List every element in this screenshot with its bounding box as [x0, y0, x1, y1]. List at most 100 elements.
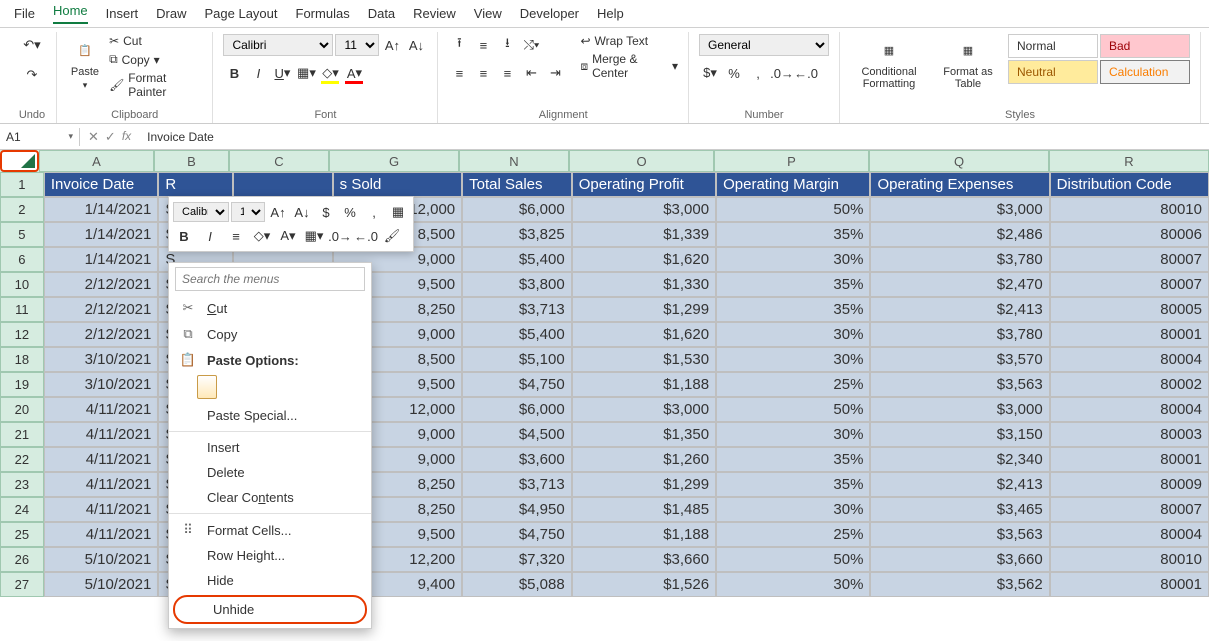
- row-header-10[interactable]: 10: [0, 272, 44, 297]
- cell-B1[interactable]: R: [158, 172, 233, 197]
- cell-Q20[interactable]: $3,000: [870, 397, 1049, 422]
- cell-A22[interactable]: 4/11/2021: [44, 447, 159, 472]
- mini-format-painter-icon[interactable]: 🖌: [381, 225, 403, 247]
- cell-P19[interactable]: 25%: [716, 372, 870, 397]
- menu-view[interactable]: View: [474, 6, 502, 21]
- cell-O2[interactable]: $3,000: [572, 197, 716, 222]
- cell-N12[interactable]: $5,400: [462, 322, 572, 347]
- cell-P12[interactable]: 30%: [716, 322, 870, 347]
- cell-P22[interactable]: 35%: [716, 447, 870, 472]
- cell-N10[interactable]: $3,800: [462, 272, 572, 297]
- name-box[interactable]: A1▾: [0, 128, 80, 146]
- style-bad[interactable]: Bad: [1100, 34, 1190, 58]
- context-search-input[interactable]: [175, 267, 365, 291]
- cell-O20[interactable]: $3,000: [572, 397, 716, 422]
- style-normal[interactable]: Normal: [1008, 34, 1098, 58]
- cell-O24[interactable]: $1,485: [572, 497, 716, 522]
- cell-Q6[interactable]: $3,780: [870, 247, 1049, 272]
- row-header-6[interactable]: 6: [0, 247, 44, 272]
- menu-help[interactable]: Help: [597, 6, 624, 21]
- mini-font-color-icon[interactable]: A▾: [277, 225, 299, 247]
- font-name-select[interactable]: Calibri: [223, 34, 333, 56]
- percent-icon[interactable]: %: [723, 62, 745, 84]
- cell-O18[interactable]: $1,530: [572, 347, 716, 372]
- wrap-text-button[interactable]: ↩ Wrap Text: [580, 34, 678, 48]
- cell-N2[interactable]: $6,000: [462, 197, 572, 222]
- cell-Q1[interactable]: Operating Expenses: [870, 172, 1049, 197]
- cell-Q12[interactable]: $3,780: [870, 322, 1049, 347]
- ctx-hide[interactable]: Hide: [169, 568, 371, 593]
- row-header-20[interactable]: 20: [0, 397, 44, 422]
- cell-A23[interactable]: 4/11/2021: [44, 472, 159, 497]
- font-color-button[interactable]: A▾: [343, 62, 365, 84]
- font-size-select[interactable]: 11: [335, 34, 379, 56]
- col-header-B[interactable]: B: [154, 150, 229, 172]
- cell-O11[interactable]: $1,299: [572, 297, 716, 322]
- cell-N23[interactable]: $3,713: [462, 472, 572, 497]
- cell-N11[interactable]: $3,713: [462, 297, 572, 322]
- cell-A5[interactable]: 1/14/2021: [44, 222, 159, 247]
- mini-size-select[interactable]: 11: [231, 202, 265, 222]
- redo-button[interactable]: ↷: [21, 64, 43, 86]
- cell-A19[interactable]: 3/10/2021: [44, 372, 159, 397]
- ctx-paste-special[interactable]: Paste Special...: [169, 403, 371, 428]
- formula-input[interactable]: Invoice Date: [139, 128, 1209, 146]
- select-all-corner[interactable]: [0, 150, 39, 172]
- cell-N22[interactable]: $3,600: [462, 447, 572, 472]
- cell-R18[interactable]: 80004: [1050, 347, 1209, 372]
- menu-draw[interactable]: Draw: [156, 6, 186, 21]
- cell-Q19[interactable]: $3,563: [870, 372, 1049, 397]
- col-header-R[interactable]: R: [1049, 150, 1209, 172]
- cell-N20[interactable]: $6,000: [462, 397, 572, 422]
- cell-A18[interactable]: 3/10/2021: [44, 347, 159, 372]
- cell-P2[interactable]: 50%: [716, 197, 870, 222]
- ctx-cut[interactable]: ✂Cut: [169, 295, 371, 321]
- ctx-insert[interactable]: Insert: [169, 435, 371, 460]
- cell-Q25[interactable]: $3,563: [870, 522, 1049, 547]
- cell-N19[interactable]: $4,750: [462, 372, 572, 397]
- col-header-O[interactable]: O: [569, 150, 714, 172]
- cell-C1[interactable]: [233, 172, 333, 197]
- cell-A10[interactable]: 2/12/2021: [44, 272, 159, 297]
- cell-R25[interactable]: 80004: [1050, 522, 1209, 547]
- cell-A24[interactable]: 4/11/2021: [44, 497, 159, 522]
- cell-O1[interactable]: Operating Profit: [572, 172, 716, 197]
- cancel-formula-icon[interactable]: ✕: [88, 129, 99, 145]
- cell-O6[interactable]: $1,620: [572, 247, 716, 272]
- row-header-22[interactable]: 22: [0, 447, 44, 472]
- cell-P10[interactable]: 35%: [716, 272, 870, 297]
- ctx-delete[interactable]: Delete: [169, 460, 371, 485]
- ctx-format-cells[interactable]: ⠿Format Cells...: [169, 517, 371, 543]
- decrease-decimal-icon[interactable]: ←.0: [795, 62, 817, 84]
- col-header-Q[interactable]: Q: [869, 150, 1049, 172]
- fill-color-button[interactable]: ◇▾: [319, 62, 341, 84]
- style-neutral[interactable]: Neutral: [1008, 60, 1098, 84]
- cell-O22[interactable]: $1,260: [572, 447, 716, 472]
- menu-data[interactable]: Data: [368, 6, 395, 21]
- ctx-row-height[interactable]: Row Height...: [169, 543, 371, 568]
- cut-button[interactable]: ✂ Cut: [109, 34, 202, 48]
- row-header-1[interactable]: 1: [0, 172, 44, 197]
- cell-O25[interactable]: $1,188: [572, 522, 716, 547]
- align-right-icon[interactable]: ≡: [496, 62, 518, 84]
- cell-O23[interactable]: $1,299: [572, 472, 716, 497]
- align-top-icon[interactable]: ⭱: [448, 34, 470, 56]
- cell-O21[interactable]: $1,350: [572, 422, 716, 447]
- cell-R24[interactable]: 80007: [1050, 497, 1209, 522]
- row-header-19[interactable]: 19: [0, 372, 44, 397]
- undo-button[interactable]: ↶▾: [21, 34, 43, 56]
- mini-fill-icon[interactable]: ◇▾: [251, 225, 273, 247]
- cell-A25[interactable]: 4/11/2021: [44, 522, 159, 547]
- cell-Q11[interactable]: $2,413: [870, 297, 1049, 322]
- increase-font-icon[interactable]: A↑: [381, 34, 403, 56]
- align-bottom-icon[interactable]: ⭳: [496, 34, 518, 56]
- cell-R12[interactable]: 80001: [1050, 322, 1209, 347]
- cell-O19[interactable]: $1,188: [572, 372, 716, 397]
- cell-N1[interactable]: Total Sales: [462, 172, 572, 197]
- cell-R21[interactable]: 80003: [1050, 422, 1209, 447]
- indent-dec-icon[interactable]: ⇤: [520, 62, 542, 84]
- cell-O5[interactable]: $1,339: [572, 222, 716, 247]
- col-header-C[interactable]: C: [229, 150, 329, 172]
- cell-A2[interactable]: 1/14/2021: [44, 197, 159, 222]
- cell-P18[interactable]: 30%: [716, 347, 870, 372]
